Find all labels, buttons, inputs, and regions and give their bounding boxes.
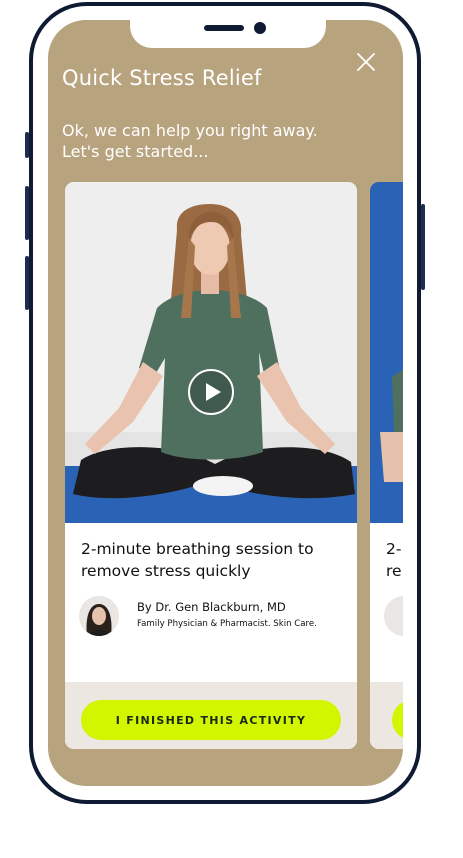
intro-line-1: Ok, we can help you right away. [62, 121, 318, 140]
next-avatar [384, 596, 403, 636]
phone-notch [130, 20, 326, 48]
avatar-image [79, 596, 119, 636]
volume-down-button [25, 256, 29, 310]
silent-switch [25, 132, 29, 158]
speaker-grille [204, 25, 244, 31]
close-icon[interactable] [354, 50, 378, 74]
intro-line-2: Let's get started... [62, 142, 209, 161]
next-activity-card[interactable]: 2- re [370, 182, 403, 749]
video-thumbnail[interactable] [65, 182, 357, 523]
finished-activity-button[interactable]: I FINISHED THIS ACTIVITY [81, 700, 341, 740]
activity-title-line-2: remove stress quickly [81, 562, 251, 580]
front-camera [254, 22, 266, 34]
author-name: By Dr. Gen Blackburn, MD [137, 600, 286, 614]
app-screen: Quick Stress Relief Ok, we can help you … [48, 20, 403, 786]
next-title-line-2: re [386, 562, 402, 580]
activity-card[interactable]: 2-minute breathing session to remove str… [65, 182, 357, 749]
avatar [79, 596, 119, 636]
activity-title: 2-minute breathing session to remove str… [81, 538, 341, 582]
page-title: Quick Stress Relief [62, 66, 262, 90]
next-title-line-1: 2- [386, 540, 402, 558]
activity-title-line-1: 2-minute breathing session to [81, 540, 314, 558]
author-role: Family Physician & Pharmacist. Skin Care… [137, 619, 317, 629]
volume-up-button [25, 186, 29, 240]
play-icon[interactable] [187, 368, 235, 416]
power-button [421, 204, 425, 290]
next-activity-title: 2- re [386, 538, 402, 582]
intro-text: Ok, we can help you right away. Let's ge… [62, 120, 382, 162]
next-video-thumbnail[interactable] [370, 182, 403, 523]
